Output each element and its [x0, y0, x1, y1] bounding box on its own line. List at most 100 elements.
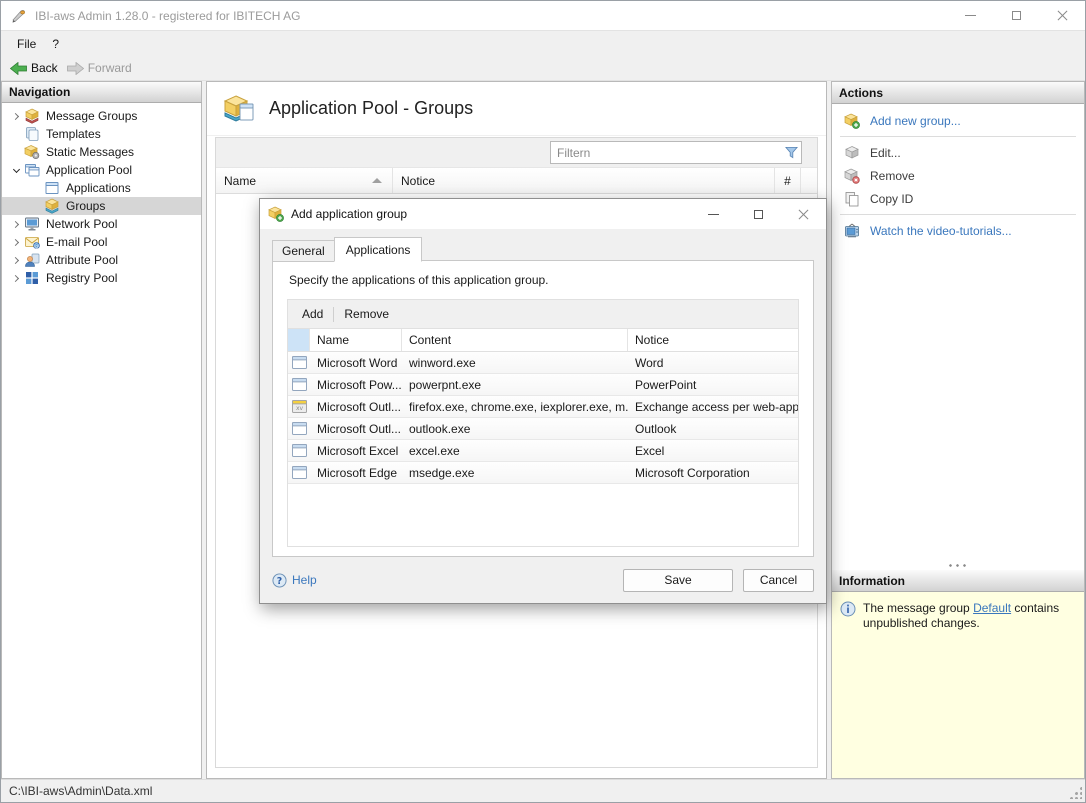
- tree-item-icon: [24, 270, 40, 286]
- column-header-app-notice[interactable]: Notice: [628, 329, 798, 351]
- dialog-tab[interactable]: General: [272, 240, 334, 262]
- panel-splitter[interactable]: [832, 560, 1084, 570]
- resize-grip[interactable]: [1069, 786, 1082, 799]
- column-header-app-content[interactable]: Content: [402, 329, 628, 351]
- window-title: IBI-aws Admin 1.28.0 - registered for IB…: [35, 9, 947, 23]
- action-item[interactable]: Copy ID: [832, 187, 1084, 210]
- tree-item[interactable]: Static Messages: [2, 143, 201, 161]
- actions-header: Actions: [832, 82, 1084, 104]
- action-item[interactable]: Watch the video-tutorials...: [832, 219, 1084, 242]
- application-row[interactable]: Microsoft Excel excel.exe Excel: [288, 440, 798, 462]
- application-row[interactable]: Microsoft Outl... outlook.exe Outlook: [288, 418, 798, 440]
- minimize-button[interactable]: [947, 1, 993, 30]
- close-button[interactable]: [1039, 1, 1085, 30]
- chevron-icon[interactable]: [8, 114, 24, 119]
- add-button[interactable]: Add: [292, 304, 333, 324]
- svg-text:?: ?: [277, 575, 282, 586]
- action-item[interactable]: Remove: [832, 164, 1084, 187]
- column-header-count[interactable]: #: [775, 168, 801, 193]
- tree-item-icon: [24, 108, 40, 124]
- application-window-icon: xv: [288, 396, 310, 417]
- application-row[interactable]: Microsoft Edge msedge.exe Microsoft Corp…: [288, 462, 798, 484]
- app-window: IBI-aws Admin 1.28.0 - registered for IB…: [0, 0, 1086, 803]
- filter-field: [550, 141, 802, 164]
- dialog-minimize-icon: [708, 214, 719, 215]
- application-pool-groups-icon: [223, 94, 257, 124]
- information-message: The message group Default contains unpub…: [863, 601, 1063, 769]
- action-label: Copy ID: [870, 192, 913, 206]
- tree-item-label: Groups: [66, 199, 105, 213]
- chevron-icon[interactable]: [8, 222, 24, 227]
- chevron-icon[interactable]: [8, 240, 24, 245]
- default-group-link[interactable]: Default: [973, 601, 1011, 615]
- action-item[interactable]: Edit...: [832, 141, 1084, 164]
- application-notice: Exchange access per web-appl...: [628, 396, 798, 417]
- chevron-icon[interactable]: [8, 169, 24, 172]
- tree-item[interactable]: Groups: [2, 197, 201, 215]
- application-window-icon: [288, 418, 310, 439]
- application-content: excel.exe: [402, 440, 628, 461]
- tree-item[interactable]: Applications: [2, 179, 201, 197]
- minimize-icon: [965, 15, 976, 16]
- application-window-icon: [288, 374, 310, 395]
- remove-button[interactable]: Remove: [334, 304, 399, 324]
- dialog-minimize-button[interactable]: [691, 199, 736, 229]
- app-logo-icon: [11, 8, 27, 24]
- back-button[interactable]: Back: [7, 59, 64, 77]
- tree-item[interactable]: Message Groups: [2, 107, 201, 125]
- right-panel: Actions Add new group... Edit...: [831, 81, 1085, 779]
- tree-item[interactable]: Attribute Pool: [2, 251, 201, 269]
- tree-item-icon: [24, 126, 40, 142]
- tree-item-label: Applications: [66, 181, 131, 195]
- tree-item-icon: [24, 162, 40, 178]
- dialog-tab[interactable]: Applications: [334, 237, 423, 262]
- action-label: Edit...: [870, 146, 901, 160]
- dialog-tabs: General Applications: [260, 229, 826, 261]
- tree-item[interactable]: Registry Pool: [2, 269, 201, 287]
- tree-item-label: Attribute Pool: [46, 253, 118, 267]
- column-header-notice[interactable]: Notice: [393, 168, 775, 193]
- actions-divider: [840, 214, 1076, 215]
- filter-bar: [216, 138, 817, 168]
- application-row[interactable]: Microsoft Pow... powerpnt.exe PowerPoint: [288, 374, 798, 396]
- help-icon: ?: [272, 573, 287, 588]
- dialog-title: Add application group: [291, 207, 691, 221]
- column-header-app-name[interactable]: Name: [310, 329, 402, 351]
- menu-file[interactable]: File: [9, 34, 44, 54]
- filter-funnel-icon[interactable]: [781, 146, 801, 159]
- actions-divider: [840, 136, 1076, 137]
- page-title: Application Pool - Groups: [269, 98, 473, 119]
- dialog-tab-content: Specify the applications of this applica…: [272, 260, 814, 557]
- action-icon: [844, 223, 860, 239]
- tree-item[interactable]: Network Pool: [2, 215, 201, 233]
- column-header-name[interactable]: Name: [216, 168, 393, 193]
- navigation-panel: Navigation Message Groups Templates: [1, 81, 202, 779]
- information-header: Information: [832, 570, 1084, 592]
- dialog-close-button[interactable]: [781, 199, 826, 229]
- help-link[interactable]: ? Help: [272, 573, 317, 588]
- menu-help[interactable]: ?: [44, 34, 67, 54]
- maximize-button[interactable]: [993, 1, 1039, 30]
- close-icon: [1057, 10, 1068, 21]
- application-content: powerpnt.exe: [402, 374, 628, 395]
- dialog-maximize-button[interactable]: [736, 199, 781, 229]
- action-item[interactable]: Add new group...: [832, 109, 1084, 132]
- tree-item-label: Application Pool: [46, 163, 132, 177]
- application-name: Microsoft Excel: [310, 440, 402, 461]
- chevron-icon[interactable]: [8, 276, 24, 281]
- tree-item[interactable]: Templates: [2, 125, 201, 143]
- chevron-icon[interactable]: [8, 258, 24, 263]
- application-name: Microsoft Word: [310, 352, 402, 373]
- forward-button[interactable]: Forward: [64, 59, 138, 77]
- cancel-button[interactable]: Cancel: [743, 569, 814, 592]
- filter-input[interactable]: [551, 142, 781, 163]
- tree-item[interactable]: Application Pool: [2, 161, 201, 179]
- sort-ascending-icon: [372, 178, 382, 183]
- application-notice: Microsoft Corporation: [628, 462, 798, 483]
- tree-item-icon: @: [24, 234, 40, 250]
- tree-item[interactable]: @ E-mail Pool: [2, 233, 201, 251]
- application-row[interactable]: Microsoft Word winword.exe Word: [288, 352, 798, 374]
- application-row[interactable]: xv Microsoft Outl... firefox.exe, chrome…: [288, 396, 798, 418]
- action-icon: [844, 145, 860, 161]
- save-button[interactable]: Save: [623, 569, 733, 592]
